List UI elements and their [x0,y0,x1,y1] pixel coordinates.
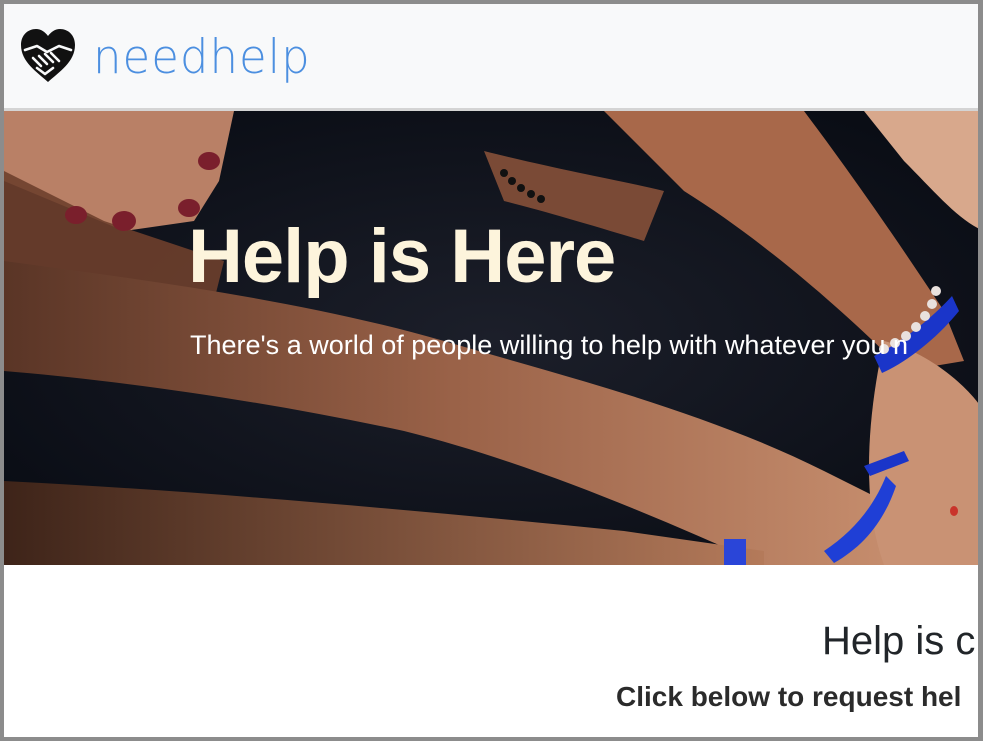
brand-name: needhelp [93,28,311,84]
browser-viewport: needhelp Help is Here There's a world of… [0,0,983,741]
hero-subtitle: There's a world of people willing to hel… [190,330,909,360]
navbar: needhelp [4,4,978,111]
section-title: Help is c [822,619,976,663]
hero-banner: Help is Here There's a world of people w… [4,111,978,565]
help-section: Help is c Click below to request hel [4,565,978,737]
hero-title: Help is Here [188,214,616,299]
heart-handshake-icon [21,29,75,82]
brand-link[interactable]: needhelp [19,28,311,84]
section-subtitle: Click below to request hel [616,681,962,712]
